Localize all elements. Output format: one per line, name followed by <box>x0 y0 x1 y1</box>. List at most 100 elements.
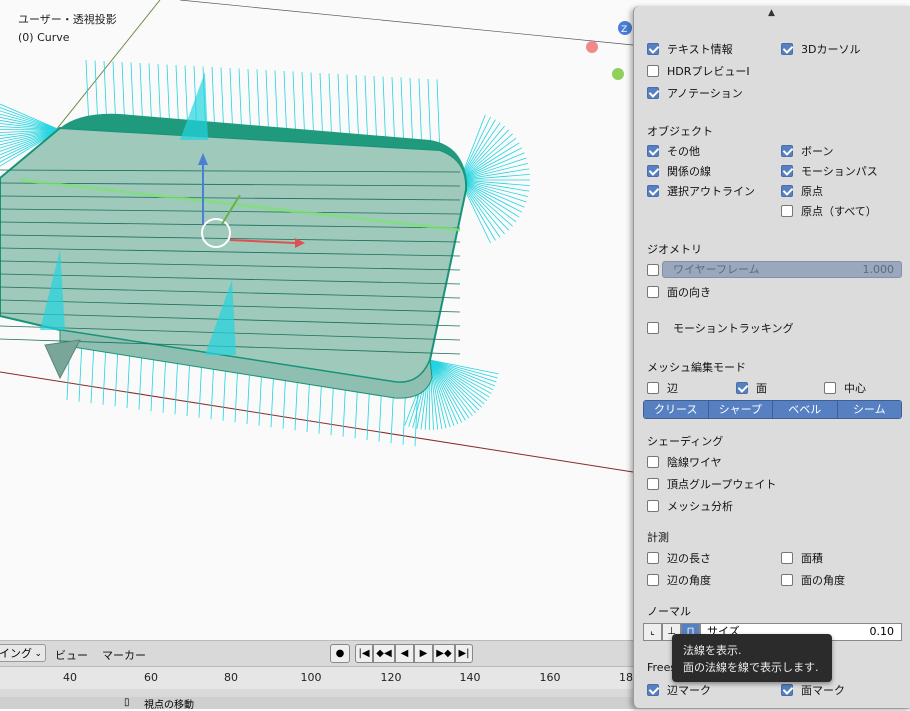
option-face-area[interactable]: 面積 <box>781 550 823 566</box>
record-button[interactable]: ● <box>330 644 350 663</box>
next-keyframe-icon: ▶◆ <box>436 648 452 659</box>
checkbox[interactable] <box>647 185 659 197</box>
menu-marker[interactable]: マーカー <box>102 647 146 663</box>
tooltip: 法線を表示. 面の法線を線で表示します. <box>672 634 832 682</box>
wireframe-slider[interactable]: ワイヤーフレーム 1.000 <box>662 261 902 278</box>
checkbox[interactable] <box>781 574 793 586</box>
checkbox[interactable] <box>781 552 793 564</box>
checkbox[interactable] <box>647 43 659 55</box>
checkbox[interactable] <box>647 478 659 490</box>
gizmo-x-icon[interactable] <box>586 41 598 53</box>
option-label: 辺 <box>667 382 678 395</box>
option-label: 3Dカーソル <box>801 43 861 56</box>
mouse-icon: ▯ <box>124 697 130 708</box>
option-face-angle[interactable]: 面の角度 <box>781 572 845 588</box>
vertex-normals-button[interactable]: ⌞ <box>643 623 662 641</box>
next-keyframe-button[interactable]: ▶◆ <box>433 644 455 663</box>
ruler-tick: 40 <box>63 671 77 684</box>
normal-line <box>126 347 131 409</box>
timeline-mode-select[interactable]: イング ⌄ <box>0 644 46 662</box>
normal-line <box>78 341 83 402</box>
prev-keyframe-button[interactable]: ◆◀ <box>373 644 395 663</box>
checkbox[interactable] <box>647 684 659 696</box>
menu-view[interactable]: ビュー <box>55 647 88 663</box>
tooltip-line-1: 法線を表示. <box>683 644 742 657</box>
option-face-orientation[interactable]: 面の向き <box>647 284 711 300</box>
checkbox[interactable] <box>781 145 793 157</box>
checkbox[interactable] <box>647 322 659 334</box>
checkbox[interactable] <box>647 165 659 177</box>
checkbox[interactable] <box>824 382 836 394</box>
play-reverse-button[interactable]: ◀ <box>395 644 414 663</box>
option-label: モーションパス <box>801 165 878 178</box>
play-icon: ▶ <box>419 648 428 659</box>
play-button[interactable]: ▶ <box>414 644 433 663</box>
checkbox[interactable] <box>647 552 659 564</box>
section-shading-header: シェーディング <box>647 435 724 448</box>
option-label: 辺の長さ <box>667 552 711 565</box>
option-origins[interactable]: 原点 <box>781 183 823 199</box>
checkbox[interactable] <box>781 684 793 696</box>
checkbox[interactable] <box>781 165 793 177</box>
normal-line <box>429 359 490 398</box>
section-normals-header: ノーマル <box>647 605 691 618</box>
option-relationship-lines[interactable]: 関係の線 <box>647 163 711 179</box>
normal-line <box>459 129 510 181</box>
viewport-overlays-popover: ▲ テキスト情報 HDRプレビューI アノテーション 3Dカーソル オブジェクト… <box>633 6 910 708</box>
option-label: 選択アウトライン <box>667 185 755 198</box>
jump-end-button[interactable]: ▶| <box>455 644 473 663</box>
checkbox[interactable] <box>647 456 659 468</box>
checkbox[interactable] <box>647 65 659 77</box>
gizmo-y-icon[interactable] <box>612 68 624 80</box>
option-text-info[interactable]: テキスト情報 <box>647 41 733 57</box>
checkbox[interactable] <box>647 87 659 99</box>
option-center[interactable]: 中心 <box>824 380 866 396</box>
option-motion-tracking[interactable]: モーショントラッキング <box>647 320 793 336</box>
option-faces[interactable]: 面 <box>736 380 767 396</box>
option-bones[interactable]: ボーン <box>781 143 833 159</box>
option-mesh-analysis[interactable]: メッシュ分析 <box>647 498 733 514</box>
option-label: その他 <box>667 145 700 158</box>
option-hidden-wire[interactable]: 陰線ワイヤ <box>647 454 722 470</box>
jump-start-button[interactable]: |◀ <box>355 644 373 663</box>
option-label: 陰線ワイヤ <box>667 456 722 469</box>
option-outline-selected[interactable]: 選択アウトライン <box>647 183 755 199</box>
play-reverse-icon: ◀ <box>400 648 409 659</box>
checkbox[interactable] <box>781 205 793 217</box>
option-freestyle-face-marks[interactable]: 面マーク <box>781 682 845 698</box>
option-label: 辺マーク <box>667 684 711 697</box>
checkbox[interactable] <box>647 382 659 394</box>
normal-line <box>459 179 517 223</box>
checkbox[interactable] <box>647 145 659 157</box>
vertex-normal-icon: ⌞ <box>650 626 655 637</box>
jump-start-icon: |◀ <box>358 648 370 659</box>
option-freestyle-edge-marks[interactable]: 辺マーク <box>647 682 711 698</box>
checkbox[interactable] <box>736 382 748 394</box>
checkbox[interactable] <box>781 43 793 55</box>
option-3d-cursor[interactable]: 3Dカーソル <box>781 41 860 57</box>
option-edges[interactable]: 辺 <box>647 380 678 396</box>
checkbox[interactable] <box>647 500 659 512</box>
view-title: ユーザー・透視投影 <box>18 13 117 26</box>
option-edge-length[interactable]: 辺の長さ <box>647 550 711 566</box>
option-extras[interactable]: その他 <box>647 143 700 159</box>
option-motion-paths[interactable]: モーションパス <box>781 163 878 179</box>
bevel-toggle[interactable]: ベベル <box>773 401 838 418</box>
ruler-tick: 160 <box>539 671 561 684</box>
seam-toggle[interactable]: シーム <box>837 401 901 418</box>
crease-toggle[interactable]: クリース <box>644 401 709 418</box>
option-label: アノテーション <box>667 87 743 100</box>
wireframe-value: 1.000 <box>862 263 895 276</box>
status-label: 視点の移動 <box>144 700 194 711</box>
checkbox[interactable] <box>781 185 793 197</box>
option-edge-angle[interactable]: 辺の角度 <box>647 572 711 588</box>
sharp-toggle[interactable]: シャープ <box>708 401 773 418</box>
option-annotation[interactable]: アノテーション <box>647 85 743 101</box>
checkbox[interactable] <box>647 264 659 276</box>
option-hdr-preview[interactable]: HDRプレビューI <box>647 63 750 79</box>
option-origins-all[interactable]: 原点（すべて） <box>781 203 877 219</box>
checkbox[interactable] <box>647 286 659 298</box>
option-label: 原点（すべて） <box>801 205 877 218</box>
checkbox[interactable] <box>647 574 659 586</box>
option-vertex-group-weights[interactable]: 頂点グループウェイト <box>647 476 776 492</box>
